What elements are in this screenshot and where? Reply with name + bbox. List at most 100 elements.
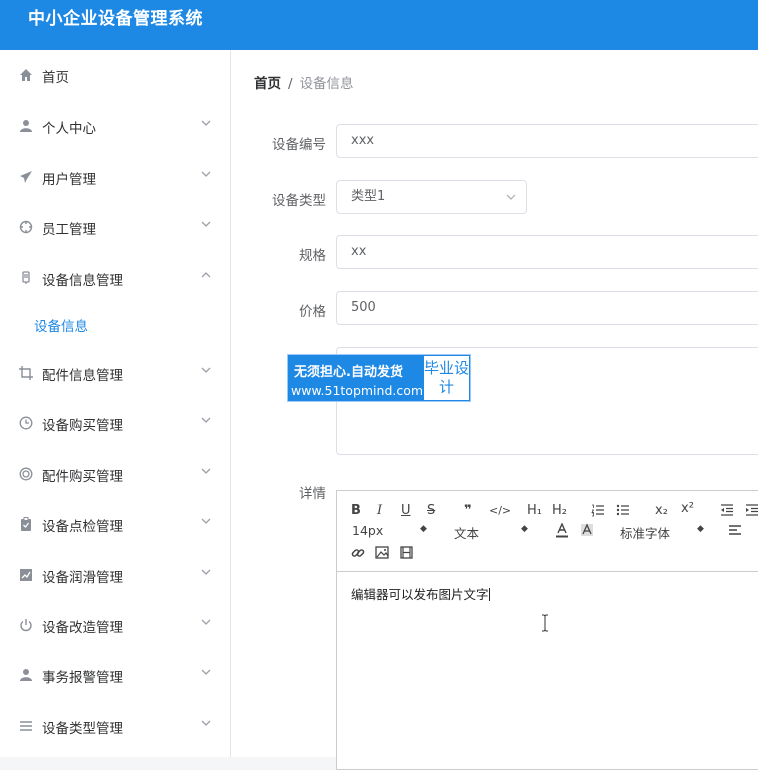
bullet-list-icon[interactable] bbox=[616, 503, 630, 517]
font-color-icon[interactable] bbox=[555, 523, 569, 538]
crop-icon bbox=[19, 366, 33, 380]
sidebar-item-parts-info[interactable]: 配件信息管理 bbox=[0, 353, 230, 393]
indent-icon[interactable] bbox=[745, 503, 758, 517]
subscript-button[interactable]: x₂ bbox=[655, 503, 668, 519]
sidebar-item-label: 设备润滑管理 bbox=[42, 570, 123, 586]
sidebar-item-device-modification[interactable]: 设备改造管理 bbox=[0, 605, 230, 645]
device-type-select[interactable]: 类型1 bbox=[336, 180, 527, 214]
sidebar-item-label: 设备点检管理 bbox=[42, 519, 123, 535]
sidebar-menu: 首页 个人中心 用户管理 员工管理 设备信息管理 设备信息 配件信息管理 设备购… bbox=[0, 50, 231, 757]
chevron-down-icon bbox=[201, 365, 211, 375]
background-color-icon[interactable] bbox=[580, 523, 594, 537]
header-select[interactable]: 文本 ◆ bbox=[454, 523, 534, 542]
price-input[interactable]: 500 bbox=[336, 291, 758, 325]
chevron-down-icon bbox=[506, 192, 516, 202]
watermark-banner: 无须担心.自动发货 www.51topmind.com 毕业设计 bbox=[287, 354, 471, 402]
strikethrough-button[interactable]: S bbox=[427, 503, 435, 519]
breadcrumb-current: 设备信息 bbox=[299, 76, 354, 92]
home-icon bbox=[19, 68, 33, 82]
chevron-down-icon bbox=[201, 516, 211, 526]
sidebar-item-device-info[interactable]: 设备信息管理 bbox=[0, 258, 230, 298]
ordered-list-icon[interactable] bbox=[591, 503, 605, 517]
details-label: 详情 bbox=[299, 486, 326, 502]
list-icon bbox=[19, 719, 33, 733]
clock-icon bbox=[19, 416, 33, 430]
chevron-down-icon bbox=[201, 169, 211, 179]
sidebar-item-label: 用户管理 bbox=[42, 172, 96, 188]
main-content: 首页 / 设备信息 设备编号 xxx 设备类型 类型1 规格 xx 价格 500 设… bbox=[231, 50, 758, 770]
blockquote-button[interactable]: ❞ bbox=[464, 503, 472, 519]
top-header: 中小企业设备管理系统 bbox=[0, 0, 758, 50]
code-block-button[interactable]: </> bbox=[489, 503, 511, 519]
watermark-line1: 无须担心.自动发货 bbox=[294, 365, 403, 380]
sidebar-item-device-type[interactable]: 设备类型管理 bbox=[0, 706, 230, 746]
device-icon bbox=[19, 271, 33, 285]
user-icon bbox=[19, 119, 33, 133]
spec-input[interactable]: xx bbox=[336, 235, 758, 269]
image-icon[interactable] bbox=[375, 546, 389, 559]
chevron-down-icon bbox=[201, 118, 211, 128]
select-arrows-icon: ◆ bbox=[521, 524, 528, 534]
watermark-box: 毕业设计 bbox=[424, 356, 469, 400]
editor-toolbar: B I U S ❞ </> H₁ H₂ x₂ x² 14px ◆ 文本 ◆ 标准… bbox=[337, 491, 758, 572]
italic-button[interactable]: I bbox=[377, 503, 382, 519]
person-icon bbox=[19, 668, 33, 682]
video-icon[interactable] bbox=[400, 546, 413, 559]
breadcrumb-home[interactable]: 首页 bbox=[254, 76, 281, 92]
heading1-button[interactable]: H₁ bbox=[527, 503, 542, 519]
chevron-down-icon bbox=[201, 667, 211, 677]
outdent-icon[interactable] bbox=[720, 503, 734, 517]
sidebar-item-label: 配件信息管理 bbox=[42, 368, 123, 384]
sidebar-item-label: 事务报警管理 bbox=[42, 670, 123, 686]
heading2-button[interactable]: H₂ bbox=[552, 503, 567, 519]
superscript-button[interactable]: x² bbox=[681, 501, 694, 517]
chevron-down-icon bbox=[201, 219, 211, 229]
clipboard-icon bbox=[19, 517, 33, 531]
watermark-line2: www.51topmind.com bbox=[291, 383, 424, 398]
font-family-value: 标准字体 bbox=[620, 526, 671, 541]
device-no-label: 设备编号 bbox=[272, 137, 326, 153]
device-no-input[interactable]: xxx bbox=[336, 124, 758, 158]
sidebar-item-label: 个人中心 bbox=[42, 121, 96, 137]
chevron-down-icon bbox=[201, 567, 211, 577]
spec-label: 规格 bbox=[299, 248, 326, 264]
chevron-down-icon bbox=[201, 617, 211, 627]
bold-button[interactable]: B bbox=[351, 503, 361, 519]
app-title: 中小企业设备管理系统 bbox=[28, 9, 203, 29]
font-size-select[interactable]: 14px ◆ bbox=[352, 523, 432, 538]
sidebar-item-alarm[interactable]: 事务报警管理 bbox=[0, 655, 230, 695]
font-size-value: 14px bbox=[352, 523, 384, 538]
chevron-down-icon bbox=[201, 718, 211, 728]
sidebar-item-device-inspection[interactable]: 设备点检管理 bbox=[0, 504, 230, 544]
sidebar-item-label: 设备类型管理 bbox=[42, 721, 123, 737]
editor-content[interactable]: 编辑器可以发布图片文字 bbox=[351, 584, 490, 603]
sidebar-item-home[interactable]: 首页 bbox=[0, 55, 230, 95]
sidebar-item-label: 设备改造管理 bbox=[42, 620, 123, 636]
sidebar-item-device-purchase[interactable]: 设备购买管理 bbox=[0, 403, 230, 443]
send-icon bbox=[19, 170, 33, 184]
sidebar-item-device-lubrication[interactable]: 设备润滑管理 bbox=[0, 555, 230, 595]
device-type-label: 设备类型 bbox=[272, 193, 326, 209]
font-family-select[interactable]: 标准字体 ◆ bbox=[620, 523, 720, 542]
sidebar-item-label: 首页 bbox=[42, 70, 69, 86]
chart-icon bbox=[19, 568, 33, 582]
sidebar-subitem-device-info[interactable]: 设备信息 bbox=[34, 315, 88, 335]
sidebar-item-label: 员工管理 bbox=[42, 222, 96, 238]
sidebar-item-profile[interactable]: 个人中心 bbox=[0, 106, 230, 146]
ring-icon bbox=[19, 467, 33, 481]
sidebar-item-label: 设备购买管理 bbox=[42, 418, 123, 434]
align-left-icon[interactable] bbox=[728, 524, 742, 536]
sidebar-item-staff[interactable]: 员工管理 bbox=[0, 207, 230, 247]
chevron-down-icon bbox=[201, 466, 211, 476]
underline-button[interactable]: U bbox=[401, 503, 411, 519]
sidebar-item-parts-purchase[interactable]: 配件购买管理 bbox=[0, 454, 230, 494]
sidebar-item-label: 设备信息管理 bbox=[42, 273, 123, 289]
sidebar-item-users[interactable]: 用户管理 bbox=[0, 157, 230, 197]
chevron-down-icon bbox=[201, 415, 211, 425]
link-icon[interactable] bbox=[351, 546, 365, 560]
sidebar-item-label: 配件购买管理 bbox=[42, 469, 123, 485]
breadcrumb-separator: / bbox=[288, 76, 293, 92]
breadcrumb: 首页 / 设备信息 bbox=[254, 72, 354, 92]
header-select-value: 文本 bbox=[454, 526, 480, 541]
chevron-up-icon bbox=[201, 270, 211, 280]
